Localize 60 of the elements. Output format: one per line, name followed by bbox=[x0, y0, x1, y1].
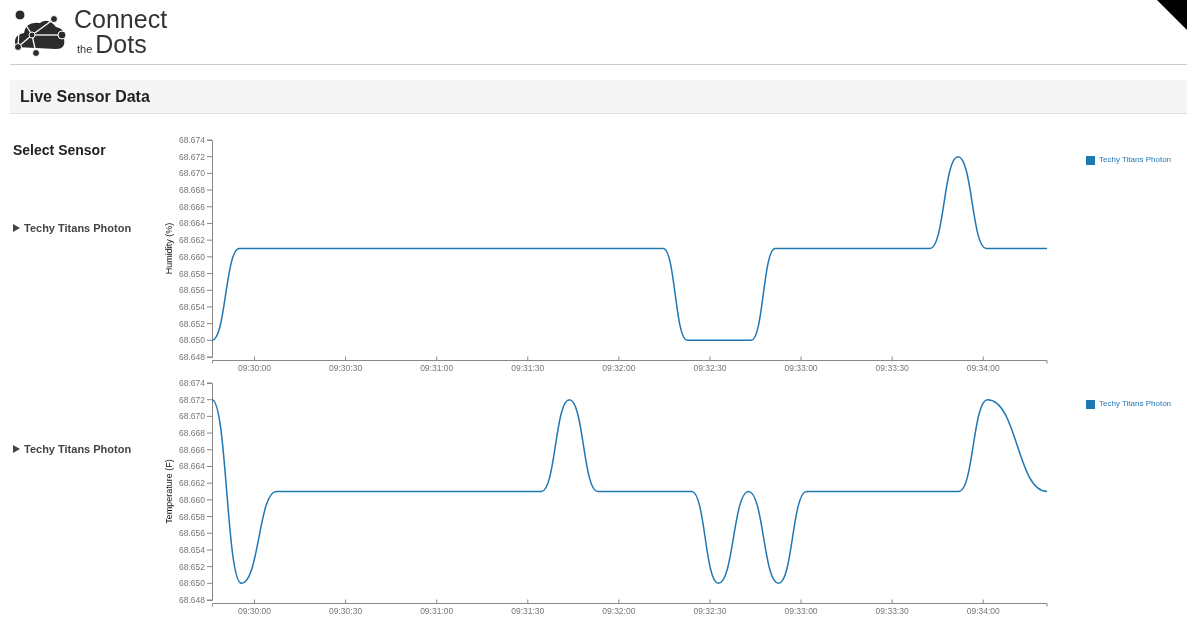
x-tick-label: 09:34:00 bbox=[966, 605, 1001, 616]
y-tick-label: 68.656 bbox=[179, 528, 206, 539]
y-tick-label: 68.672 bbox=[179, 151, 206, 162]
y-tick-label: 68.650 bbox=[179, 578, 206, 589]
x-tick-label: 09:32:00 bbox=[602, 605, 636, 616]
y-tick-label: 68.664 bbox=[179, 218, 206, 229]
y-tick-label: 68.648 bbox=[179, 352, 206, 362]
legend-label: Techy Titans Photon bbox=[1099, 154, 1172, 166]
y-tick-label: 68.660 bbox=[179, 251, 206, 262]
x-tick-label: 09:30:00 bbox=[237, 362, 272, 373]
y-tick-label: 68.666 bbox=[179, 201, 206, 212]
y-tick-label: 68.656 bbox=[179, 285, 206, 296]
x-tick-label: 09:31:00 bbox=[420, 605, 454, 616]
y-tick-label: 68.674 bbox=[179, 378, 206, 388]
axis-title: Humidity (%) bbox=[164, 222, 174, 275]
x-tick-label: 09:31:00 bbox=[420, 362, 454, 373]
brand-name: the bbox=[77, 44, 93, 55]
y-tick-label: 68.668 bbox=[179, 428, 206, 439]
panel-title: Live Sensor Data bbox=[20, 86, 150, 107]
y-tick-label: 68.654 bbox=[179, 301, 206, 312]
x-tick-label: 09:30:30 bbox=[329, 605, 363, 616]
x-tick-label: 09:30:30 bbox=[329, 362, 363, 373]
sidebar-heading: Select Sensor bbox=[13, 141, 106, 160]
y-tick-label: 68.666 bbox=[179, 444, 206, 455]
x-tick-label: 09:33:30 bbox=[875, 362, 909, 373]
y-tick-label: 68.660 bbox=[179, 494, 206, 505]
sensor-item[interactable]: Techy Titans Photon bbox=[13, 220, 160, 237]
corner-ribbon[interactable] bbox=[1155, 0, 1187, 30]
y-tick-label: 68.652 bbox=[179, 318, 206, 329]
y-tick-label: 68.658 bbox=[179, 268, 206, 279]
x-tick-label: 09:34:00 bbox=[966, 362, 1001, 373]
x-tick-label: 09:31:30 bbox=[511, 362, 545, 373]
y-tick-label: 68.648 bbox=[179, 595, 206, 605]
expand-triangle-icon bbox=[13, 224, 20, 233]
y-tick-label: 68.654 bbox=[179, 544, 206, 555]
brand-name: Connect bbox=[74, 7, 168, 32]
x-tick-label: 09:32:30 bbox=[693, 362, 727, 373]
y-tick-label: 68.664 bbox=[179, 461, 206, 472]
sensor-item[interactable]: Techy Titans Photon bbox=[13, 440, 160, 457]
axis-title: Temperature (F) bbox=[164, 459, 174, 524]
x-tick-label: 09:33:00 bbox=[784, 362, 818, 373]
y-tick-label: 68.672 bbox=[179, 394, 206, 405]
brand-name: Dots bbox=[95, 32, 147, 57]
y-tick-label: 68.662 bbox=[179, 235, 206, 246]
x-tick-label: 09:32:00 bbox=[602, 362, 636, 373]
x-tick-label: 09:33:30 bbox=[875, 605, 909, 616]
y-tick-label: 68.674 bbox=[179, 135, 206, 145]
x-tick-label: 09:32:30 bbox=[693, 605, 727, 616]
legend-label: Techy Titans Photon bbox=[1099, 398, 1172, 410]
y-tick-label: 68.668 bbox=[179, 185, 206, 196]
x-tick-label: 09:31:30 bbox=[511, 605, 545, 616]
y-tick-label: 68.662 bbox=[179, 478, 206, 489]
y-tick-label: 68.670 bbox=[179, 411, 206, 422]
x-tick-label: 09:33:00 bbox=[784, 605, 818, 616]
x-tick-label: 09:30:00 bbox=[237, 605, 272, 616]
y-tick-label: 68.652 bbox=[179, 561, 206, 572]
y-tick-label: 68.658 bbox=[179, 511, 206, 522]
y-tick-label: 68.650 bbox=[179, 335, 206, 346]
y-tick-label: 68.670 bbox=[179, 168, 206, 179]
expand-triangle-icon bbox=[13, 444, 20, 453]
